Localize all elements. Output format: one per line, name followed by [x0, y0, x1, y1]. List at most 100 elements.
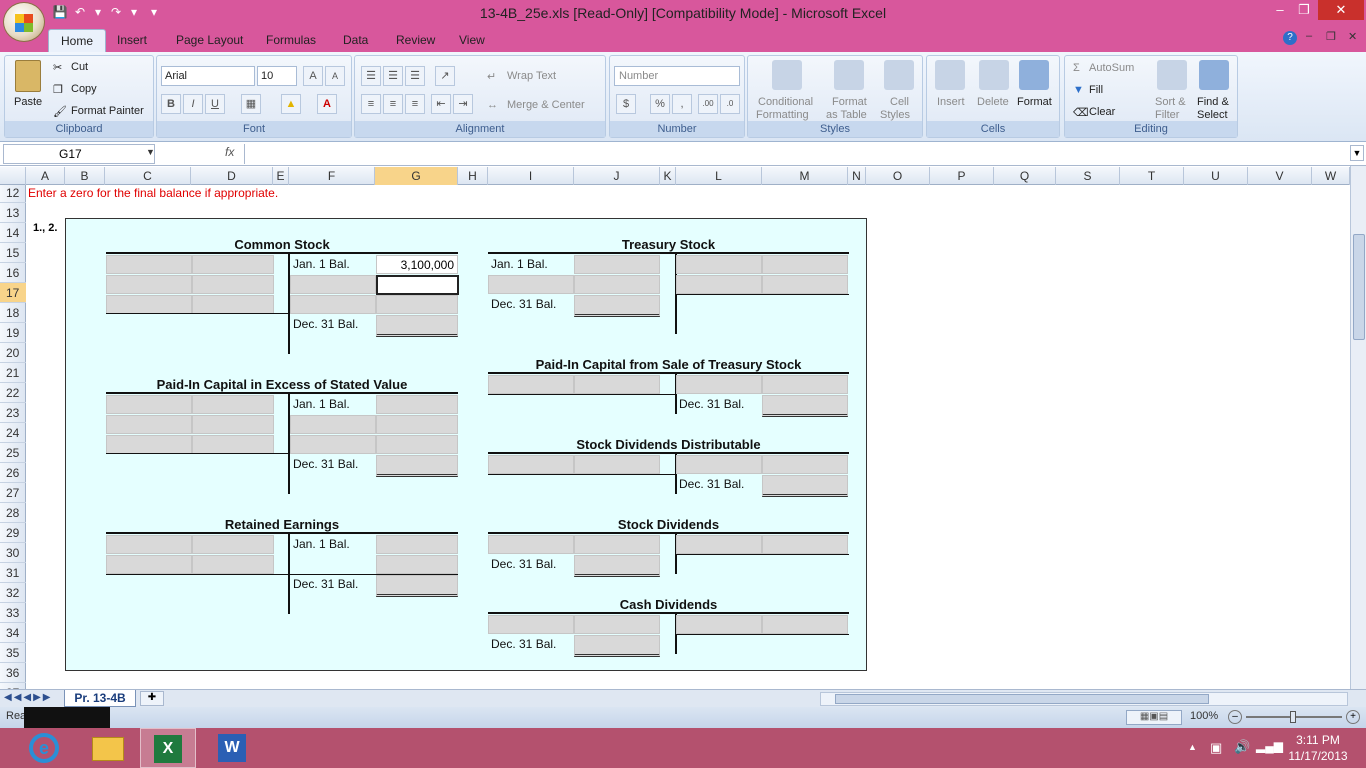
horizontal-scroll-thumb[interactable]: [835, 694, 1209, 704]
copy-icon[interactable]: ❐: [53, 83, 63, 96]
input-cell[interactable]: [574, 375, 660, 394]
input-cell[interactable]: [192, 295, 274, 314]
input-cell[interactable]: [376, 395, 458, 414]
format-cells-icon[interactable]: [1019, 60, 1049, 90]
row-header[interactable]: 12: [0, 183, 26, 203]
paste-icon[interactable]: [15, 60, 41, 92]
align-middle-icon[interactable]: ☰: [383, 66, 403, 86]
input-cell[interactable]: [106, 295, 192, 314]
row-header[interactable]: 35: [0, 643, 26, 663]
italic-button[interactable]: I: [183, 94, 203, 114]
column-header[interactable]: W: [1312, 167, 1350, 185]
input-cell[interactable]: [762, 375, 848, 394]
dec-bal-input[interactable]: [376, 455, 458, 477]
input-cell[interactable]: [192, 275, 274, 294]
jan-bal-value[interactable]: 3,100,000: [376, 255, 458, 274]
column-header[interactable]: Q: [994, 167, 1056, 185]
column-header[interactable]: T: [1120, 167, 1184, 185]
column-header[interactable]: U: [1184, 167, 1248, 185]
column-header[interactable]: A: [26, 167, 65, 185]
save-icon[interactable]: 💾: [52, 4, 68, 20]
input-cell[interactable]: [676, 375, 762, 394]
ribbon-restore-icon[interactable]: ❐: [1326, 30, 1336, 43]
input-cell[interactable]: [106, 435, 192, 454]
input-cell[interactable]: [574, 255, 660, 274]
input-cell[interactable]: [574, 455, 660, 474]
increase-decimal-button[interactable]: .00: [698, 94, 718, 114]
input-cell[interactable]: [106, 415, 192, 434]
column-header[interactable]: S: [1056, 167, 1120, 185]
shrink-font-button[interactable]: A: [325, 66, 345, 86]
font-size-select[interactable]: 10: [257, 66, 297, 86]
input-cell[interactable]: [376, 415, 458, 434]
dec-bal-input[interactable]: [376, 315, 458, 337]
tab-formulas[interactable]: Formulas: [254, 29, 328, 52]
align-right-icon[interactable]: ≡: [405, 94, 425, 114]
decrease-decimal-button[interactable]: .0: [720, 94, 740, 114]
column-header[interactable]: H: [458, 167, 488, 185]
input-cell[interactable]: [676, 615, 762, 634]
name-box-dropdown-icon[interactable]: ▼: [146, 147, 155, 157]
underline-button[interactable]: U: [205, 94, 225, 114]
input-cell[interactable]: [488, 455, 574, 474]
format-as-table-button[interactable]: Format: [832, 96, 867, 108]
merge-center-icon[interactable]: ↔: [487, 99, 498, 111]
input-cell[interactable]: [106, 255, 192, 274]
input-cell[interactable]: [488, 275, 574, 294]
input-cell[interactable]: [488, 375, 574, 394]
zoom-in-icon[interactable]: +: [1346, 710, 1360, 724]
fill-color-icon[interactable]: ▲: [281, 94, 301, 114]
restore-button[interactable]: ❐: [1292, 0, 1316, 20]
clear-button[interactable]: Clear: [1089, 106, 1115, 118]
row-header[interactable]: 21: [0, 363, 26, 383]
format-painter-icon[interactable]: 🖌: [53, 105, 67, 118]
row-header[interactable]: 33: [0, 603, 26, 623]
redo-icon[interactable]: ↷: [108, 4, 124, 20]
column-header[interactable]: I: [488, 167, 574, 185]
input-cell[interactable]: [376, 295, 458, 314]
dec-bal-input[interactable]: [574, 295, 660, 317]
input-cell[interactable]: [488, 615, 574, 634]
decrease-indent-icon[interactable]: ⇤: [431, 94, 451, 114]
delete-cells-button[interactable]: Delete: [977, 96, 1009, 108]
input-cell[interactable]: [192, 555, 274, 574]
column-header[interactable]: D: [191, 167, 273, 185]
row-header[interactable]: 22: [0, 383, 26, 403]
row-header[interactable]: 34: [0, 623, 26, 643]
dec-bal-input[interactable]: [762, 475, 848, 497]
internet-explorer-icon[interactable]: e: [16, 728, 72, 768]
input-cell[interactable]: [106, 275, 192, 294]
zoom-level[interactable]: 100%: [1190, 710, 1218, 722]
comma-button[interactable]: ,: [672, 94, 692, 114]
merge-center-button[interactable]: Merge & Center: [507, 99, 585, 111]
minimize-button[interactable]: –: [1268, 0, 1292, 20]
input-cell[interactable]: [192, 255, 274, 274]
input-cell[interactable]: [676, 255, 762, 274]
orientation-icon[interactable]: ↗: [435, 66, 455, 86]
formula-input[interactable]: [244, 144, 1348, 164]
input-cell[interactable]: [676, 455, 762, 474]
row-header[interactable]: 29: [0, 523, 26, 543]
file-explorer-icon[interactable]: [80, 728, 136, 768]
copy-button[interactable]: Copy: [71, 83, 97, 95]
input-cell[interactable]: [574, 615, 660, 634]
row-header[interactable]: 16: [0, 263, 26, 283]
office-button[interactable]: [3, 2, 45, 42]
find-select-icon[interactable]: [1199, 60, 1229, 90]
input-cell[interactable]: [762, 455, 848, 474]
row-header[interactable]: 32: [0, 583, 26, 603]
workbook-close-icon[interactable]: ✕: [1348, 30, 1357, 43]
format-cells-button[interactable]: Format: [1017, 96, 1052, 108]
row-header[interactable]: 31: [0, 563, 26, 583]
row-header[interactable]: 26: [0, 463, 26, 483]
row-header[interactable]: 36: [0, 663, 26, 683]
input-cell[interactable]: [376, 535, 458, 554]
column-header[interactable]: V: [1248, 167, 1312, 185]
sheet-tab-pr-13-4b[interactable]: Pr. 13-4B: [64, 690, 136, 707]
horizontal-scrollbar[interactable]: [820, 692, 1348, 706]
input-cell[interactable]: [290, 415, 376, 434]
format-as-table-icon[interactable]: [834, 60, 864, 90]
help-icon[interactable]: ?: [1283, 31, 1297, 45]
column-header[interactable]: M: [762, 167, 848, 185]
cell-styles-icon[interactable]: [884, 60, 914, 90]
